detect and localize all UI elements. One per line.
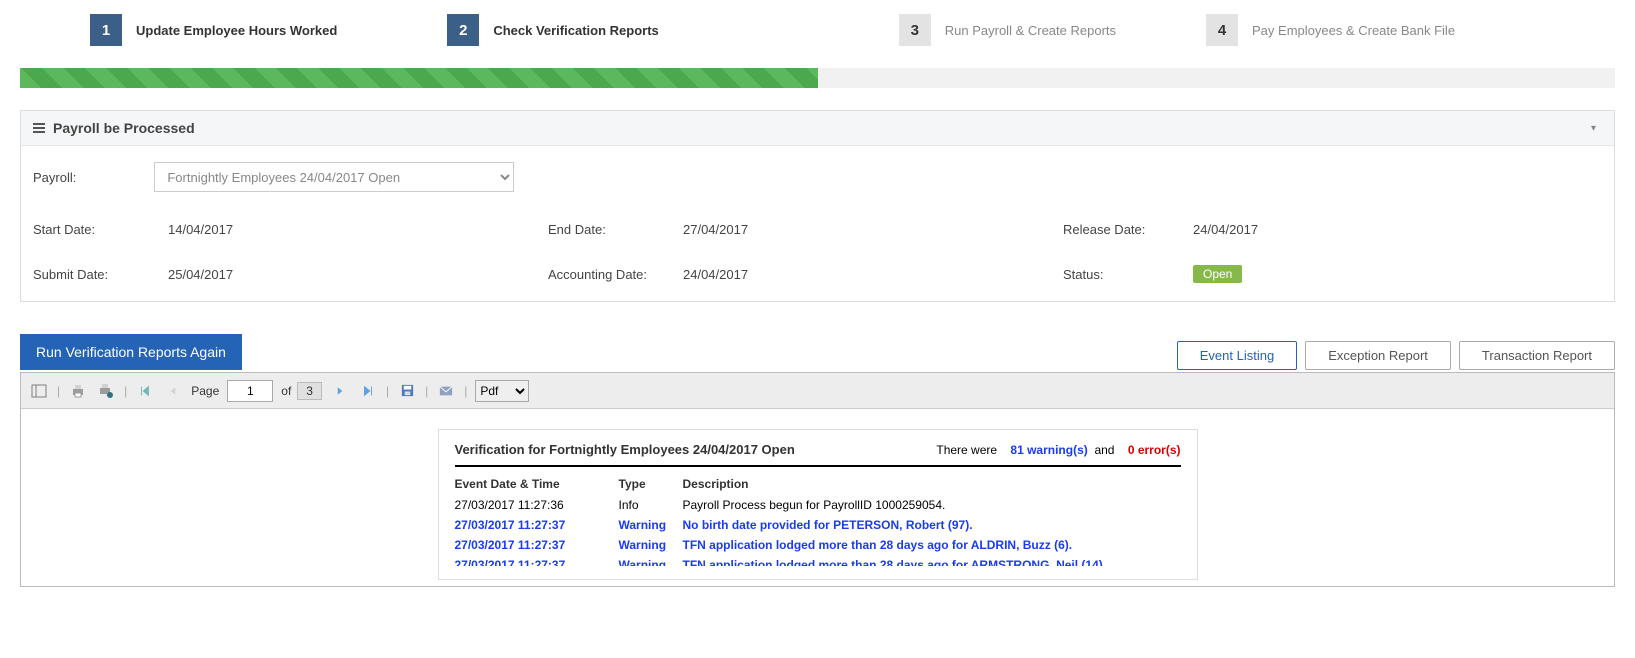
first-page-icon[interactable] bbox=[135, 381, 155, 401]
progress-bar bbox=[0, 68, 1635, 88]
step-1-number: 1 bbox=[90, 14, 122, 46]
error-count: 0 error(s) bbox=[1128, 443, 1181, 457]
report-summary: There were 81 warning(s) and 0 error(s) bbox=[936, 443, 1180, 457]
report-viewer: | | Page of 3 bbox=[20, 372, 1615, 587]
hamburger-icon[interactable] bbox=[33, 123, 45, 133]
start-date-value: 14/04/2017 bbox=[168, 222, 548, 237]
release-date-label: Release Date: bbox=[1063, 222, 1193, 237]
step-1-label: Update Employee Hours Worked bbox=[136, 23, 337, 38]
table-row: 27/03/2017 11:27:37WarningTFN applicatio… bbox=[455, 555, 1181, 575]
submit-date-value: 25/04/2017 bbox=[168, 267, 548, 282]
format-select[interactable]: Pdf bbox=[475, 380, 529, 402]
table-row: 27/03/2017 11:27:37WarningNo birth date … bbox=[455, 515, 1181, 535]
collapse-icon[interactable]: ▾ bbox=[1585, 123, 1602, 134]
accounting-date-value: 24/04/2017 bbox=[683, 267, 1063, 282]
step-4-label: Pay Employees & Create Bank File bbox=[1252, 23, 1455, 38]
step-3[interactable]: 3 Run Payroll & Create Reports bbox=[899, 14, 1116, 46]
payroll-label: Payroll: bbox=[33, 170, 76, 185]
report-page: Verification for Fortnightly Employees 2… bbox=[438, 429, 1198, 580]
report-tabs: Event Listing Exception Report Transacti… bbox=[1177, 341, 1615, 370]
step-2-label: Check Verification Reports bbox=[493, 23, 658, 38]
col-type: Type bbox=[619, 473, 683, 495]
next-page-icon[interactable] bbox=[330, 381, 350, 401]
prev-page-icon[interactable] bbox=[163, 381, 183, 401]
step-2[interactable]: 2 Check Verification Reports bbox=[447, 14, 658, 46]
tab-transaction-report[interactable]: Transaction Report bbox=[1459, 341, 1615, 370]
step-2-number: 2 bbox=[447, 14, 479, 46]
table-row: 27/03/2017 11:27:37WarningTFN applicatio… bbox=[455, 535, 1181, 555]
step-3-number: 3 bbox=[899, 14, 931, 46]
status-badge: Open bbox=[1193, 265, 1242, 283]
payroll-select[interactable]: Fortnightly Employees 24/04/2017 Open bbox=[154, 162, 514, 192]
warning-count: 81 warning(s) bbox=[1010, 443, 1087, 457]
total-pages: 3 bbox=[297, 382, 322, 400]
page-input[interactable] bbox=[227, 380, 273, 402]
status-label: Status: bbox=[1063, 267, 1193, 282]
payroll-panel: Payroll be Processed ▾ Payroll: Fortnigh… bbox=[20, 110, 1615, 302]
accounting-date-label: Accounting Date: bbox=[548, 267, 683, 282]
print-all-icon[interactable] bbox=[96, 381, 116, 401]
progress-fill bbox=[20, 68, 818, 88]
email-icon[interactable] bbox=[436, 381, 456, 401]
release-date-value: 24/04/2017 bbox=[1193, 222, 1393, 237]
table-row: 27/03/2017 11:27:36InfoPayroll Process b… bbox=[455, 495, 1181, 515]
wizard-steps: 1 Update Employee Hours Worked 2 Check V… bbox=[0, 0, 1635, 60]
save-icon[interactable] bbox=[397, 381, 417, 401]
print-icon[interactable] bbox=[68, 381, 88, 401]
viewer-toolbar: | | Page of 3 bbox=[21, 373, 1614, 409]
tab-exception-report[interactable]: Exception Report bbox=[1305, 341, 1451, 370]
panel-header[interactable]: Payroll be Processed ▾ bbox=[21, 111, 1614, 146]
tab-event-listing[interactable]: Event Listing bbox=[1177, 341, 1297, 370]
col-desc: Description bbox=[683, 473, 1181, 495]
step-4[interactable]: 4 Pay Employees & Create Bank File bbox=[1206, 14, 1455, 46]
start-date-label: Start Date: bbox=[33, 222, 168, 237]
step-1[interactable]: 1 Update Employee Hours Worked bbox=[90, 14, 337, 46]
event-table: Event Date & Time Type Description 27/03… bbox=[455, 473, 1181, 575]
panel-title: Payroll be Processed bbox=[53, 120, 195, 136]
toggle-tree-icon[interactable] bbox=[29, 381, 49, 401]
step-4-number: 4 bbox=[1206, 14, 1238, 46]
report-title: Verification for Fortnightly Employees 2… bbox=[455, 442, 795, 457]
run-verification-button[interactable]: Run Verification Reports Again bbox=[20, 334, 242, 370]
col-datetime: Event Date & Time bbox=[455, 473, 619, 495]
step-3-label: Run Payroll & Create Reports bbox=[945, 23, 1116, 38]
end-date-value: 27/04/2017 bbox=[683, 222, 1063, 237]
of-label: of bbox=[281, 384, 291, 398]
submit-date-label: Submit Date: bbox=[33, 267, 168, 282]
page-label: Page bbox=[191, 384, 219, 398]
end-date-label: End Date: bbox=[548, 222, 683, 237]
last-page-icon[interactable] bbox=[358, 381, 378, 401]
